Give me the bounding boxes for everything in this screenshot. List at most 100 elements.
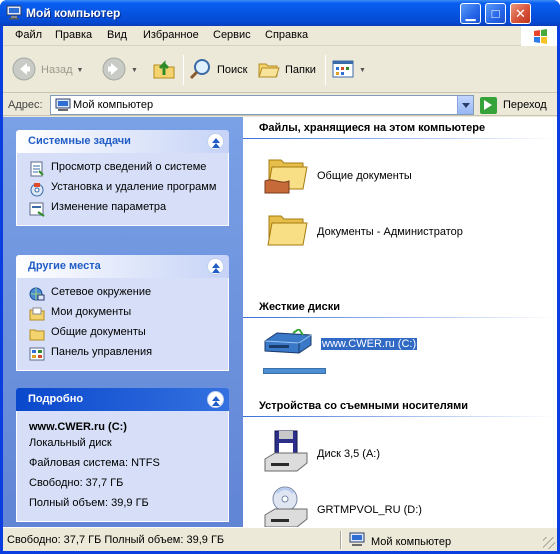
status-location-label: Мой компьютер (371, 535, 452, 548)
details-title: Подробно (28, 393, 84, 405)
folder-up-icon (151, 56, 177, 85)
maximize-icon: □ (491, 6, 500, 21)
views-button[interactable]: ▼ (331, 53, 366, 87)
item-label: Общие документы (317, 169, 412, 182)
back-dropdown-icon[interactable]: ▼ (77, 67, 84, 74)
search-label: Поиск (217, 64, 248, 76)
group-hdd-title: Жесткие диски (259, 301, 340, 313)
details-free-space: Свободно: 37,7 ГБ (29, 477, 124, 489)
folders-button[interactable]: Папки (257, 53, 316, 87)
other-places-title: Другие места (28, 260, 101, 272)
place-control-panel[interactable]: Панель управления (17, 344, 228, 364)
task-change-setting[interactable]: Изменение параметра (17, 199, 228, 219)
close-icon: ✕ (515, 6, 526, 21)
network-places-icon (29, 286, 45, 302)
address-label: Адрес: (8, 99, 43, 111)
group-removable-title: Устройства со съемными носителями (259, 400, 469, 412)
item-cd-d[interactable]: GRTMPVOL_RU (D:) (263, 485, 422, 527)
collapse-chevron-icon[interactable] (207, 391, 224, 408)
task-label: Просмотр сведений о системе (51, 161, 207, 173)
back-button[interactable]: Назад ▼ (11, 53, 83, 87)
control-panel-setting-icon (29, 201, 45, 217)
item-label: Диск 3,5 (A:) (317, 447, 381, 460)
toolbar-separator (183, 55, 184, 85)
go-label: Переход (503, 99, 547, 111)
menu-file[interactable]: Файл (15, 29, 42, 41)
up-button[interactable] (151, 53, 177, 87)
system-tasks-panel: Системные задачи Просмотр сведений о сис… (16, 130, 229, 226)
search-button[interactable]: Поиск (189, 53, 247, 87)
status-divider (340, 531, 342, 549)
menu-edit[interactable]: Правка (55, 29, 92, 41)
task-pane: Системные задачи Просмотр сведений о сис… (3, 117, 243, 527)
details-drive-type: Локальный диск (29, 437, 112, 449)
menu-view[interactable]: Вид (107, 29, 127, 41)
maximize-button[interactable]: □ (485, 3, 506, 24)
minimize-button[interactable]: ▁ (460, 3, 481, 24)
address-value: Мой компьютер (73, 99, 154, 111)
go-arrow-icon (480, 96, 497, 114)
address-dropdown-icon[interactable] (457, 96, 473, 114)
other-places-header[interactable]: Другие места (16, 255, 229, 278)
place-label: Панель управления (51, 346, 153, 358)
collapse-chevron-icon[interactable] (207, 258, 224, 275)
item-label: GRTMPVOL_RU (D:) (317, 503, 422, 516)
address-field[interactable]: Мой компьютер (50, 95, 474, 115)
control-panel-icon (29, 346, 45, 362)
views-icon (331, 57, 355, 84)
my-documents-icon (29, 306, 45, 322)
group-divider (243, 138, 557, 139)
go-button[interactable]: Переход (480, 96, 547, 114)
item-admin-documents[interactable]: Документы - Администратор (263, 207, 463, 256)
forward-arrow-icon (101, 56, 127, 85)
collapse-chevron-icon[interactable] (207, 133, 224, 150)
place-label: Общие документы (51, 326, 146, 338)
back-arrow-icon (11, 56, 37, 85)
views-dropdown-icon[interactable]: ▼ (359, 67, 366, 74)
system-tasks-title: Системные задачи (28, 135, 131, 147)
status-location: Мой компьютер (349, 532, 451, 551)
drive-capacity-bar (263, 368, 326, 374)
place-label: Мои документы (51, 306, 132, 318)
task-label: Изменение параметра (51, 201, 167, 213)
details-body: www.CWER.ru (C:) Локальный диск Файловая… (16, 411, 229, 522)
details-drive-name: www.CWER.ru (C:) (29, 421, 127, 433)
system-tasks-header[interactable]: Системные задачи (16, 130, 229, 153)
my-computer-icon (55, 98, 71, 115)
explorer-window: Мой компьютер ▁ □ ✕ Файл Правка Вид Избр… (0, 0, 560, 554)
add-remove-programs-icon (29, 181, 45, 197)
shared-documents-icon (29, 326, 45, 342)
item-label: www.CWER.ru (C:) (321, 337, 418, 350)
close-button[interactable]: ✕ (510, 3, 531, 24)
forward-dropdown-icon[interactable]: ▼ (131, 67, 138, 74)
item-shared-documents[interactable]: Общие документы (263, 151, 412, 200)
item-drive-c[interactable]: www.CWER.ru (C:) (263, 327, 418, 358)
menu-favorites[interactable]: Избранное (143, 29, 199, 41)
back-label: Назад (41, 64, 73, 76)
other-places-panel: Другие места Сетевое окружение Мои докум… (16, 255, 229, 371)
place-shared-documents[interactable]: Общие документы (17, 324, 228, 344)
task-view-system-info[interactable]: Просмотр сведений о системе (17, 159, 228, 179)
details-header[interactable]: Подробно (16, 388, 229, 411)
status-text: Свободно: 37,7 ГБ Полный объем: 39,9 ГБ (7, 534, 225, 546)
menu-tools[interactable]: Сервис (213, 29, 251, 41)
item-floppy-a[interactable]: Диск 3,5 (A:) (263, 429, 380, 478)
details-panel: Подробно www.CWER.ru (C:) Локальный диск… (16, 388, 229, 522)
title-bar[interactable]: Мой компьютер ▁ □ ✕ (0, 0, 560, 26)
place-network[interactable]: Сетевое окружение (17, 284, 228, 304)
search-icon (189, 57, 213, 84)
menu-help[interactable]: Справка (265, 29, 308, 41)
forward-button[interactable]: ▼ (101, 53, 138, 87)
shared-folder-icon (263, 151, 309, 200)
task-add-remove-programs[interactable]: Установка и удаление программ (17, 179, 228, 199)
my-computer-icon (349, 532, 365, 551)
windows-logo-icon (521, 26, 557, 46)
resize-grip[interactable] (543, 537, 555, 549)
folders-label: Папки (285, 64, 316, 76)
folder-icon (263, 207, 309, 256)
task-label: Установка и удаление программ (51, 181, 217, 193)
content-pane: Файлы, хранящиеся на этом компьютере Общ… (243, 117, 557, 527)
status-bar: Свободно: 37,7 ГБ Полный объем: 39,9 ГБ … (3, 527, 557, 551)
group-divider (243, 416, 557, 417)
place-my-documents[interactable]: Мои документы (17, 304, 228, 324)
